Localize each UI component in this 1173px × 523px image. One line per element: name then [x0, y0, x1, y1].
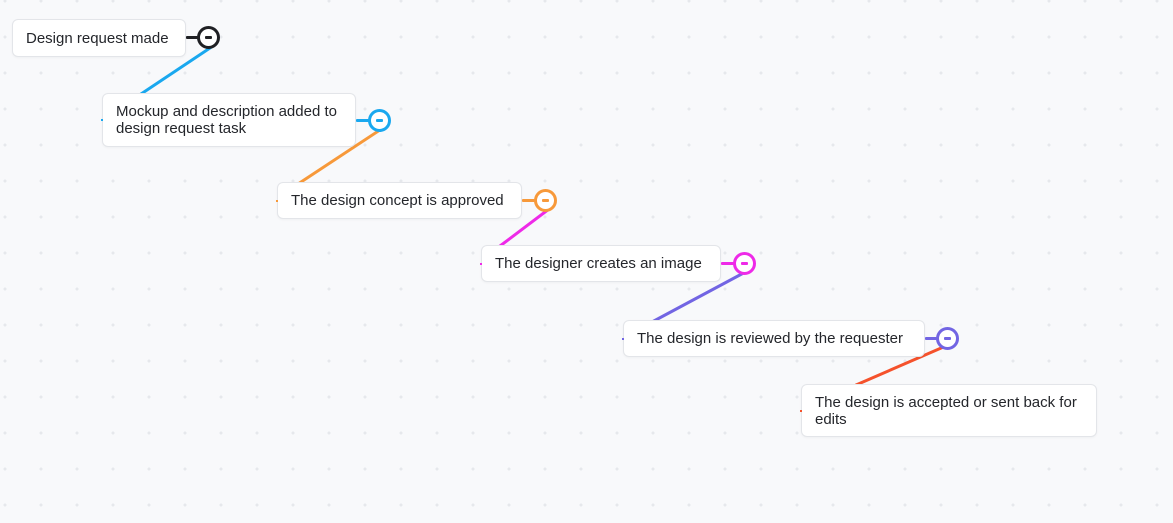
collapse-toggle-button[interactable] [534, 189, 557, 212]
input-handle [622, 337, 624, 340]
node-label: The designer creates an image [495, 255, 702, 272]
mind-map-node[interactable]: The design is reviewed by the requester [622, 320, 925, 357]
minus-icon [542, 199, 549, 202]
input-handle [480, 262, 482, 265]
mind-map-node[interactable]: The design is accepted or sent back for … [800, 384, 1097, 437]
input-handle [800, 409, 802, 412]
mind-map-canvas[interactable]: Design request made Mockup and descripti… [0, 0, 1173, 523]
mind-map-node[interactable]: The design concept is approved [276, 182, 522, 219]
input-handle [276, 199, 278, 202]
minus-icon [205, 36, 212, 39]
collapse-toggle-button[interactable] [936, 327, 959, 350]
minus-icon [944, 337, 951, 340]
minus-icon [741, 262, 748, 265]
input-handle [101, 119, 103, 121]
node-label: Design request made [26, 29, 169, 47]
mind-map-node[interactable]: Design request made [12, 19, 186, 57]
node-label: The design concept is approved [291, 192, 504, 209]
node-label: The design is accepted or sent back for … [815, 393, 1077, 428]
collapse-toggle-button[interactable] [733, 252, 756, 275]
minus-icon [376, 119, 383, 122]
node-label: The design is reviewed by the requester [637, 330, 903, 347]
collapse-toggle-button[interactable] [368, 109, 391, 132]
mind-map-node[interactable]: The designer creates an image [480, 245, 721, 282]
node-label: Mockup and description added to design r… [116, 103, 337, 137]
collapse-toggle-button[interactable] [197, 26, 220, 49]
mind-map-node[interactable]: Mockup and description added to design r… [101, 93, 356, 147]
